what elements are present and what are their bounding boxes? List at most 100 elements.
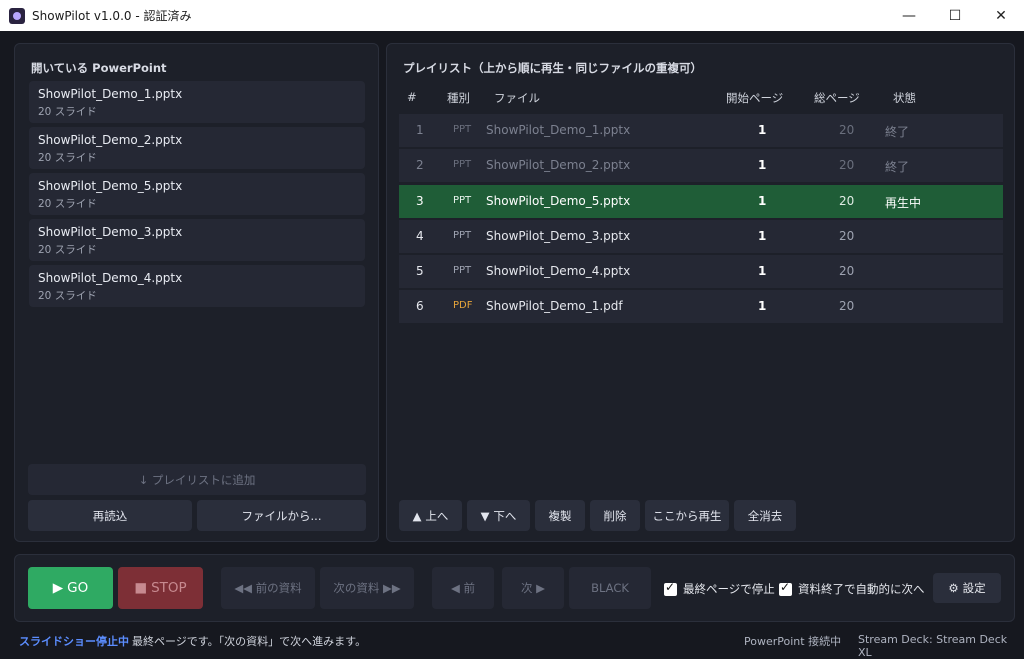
header-total-pages: 総ページ: [814, 91, 860, 105]
table-row[interactable]: 2 PPT ShowPilot_Demo_2.pptx 1 20 終了: [399, 149, 1003, 182]
row-kind: PPT: [453, 230, 472, 241]
play-icon: ▶: [52, 580, 64, 596]
open-file-slide-count: 20 スライド: [38, 244, 97, 256]
table-row[interactable]: 1 PPT ShowPilot_Demo_1.pptx 1 20 終了: [399, 114, 1003, 147]
row-total-pages: 20: [839, 299, 855, 313]
settings-label: 設定: [962, 581, 986, 595]
next-document-button[interactable]: 次の資料 ▶▶: [320, 567, 414, 609]
row-start-page: 1: [758, 123, 767, 137]
open-file-item[interactable]: ShowPilot_Demo_1.pptx 20 スライド: [29, 81, 365, 123]
triangle-down-icon: ▼: [480, 508, 490, 523]
row-num: 1: [416, 123, 424, 137]
next-slide-button[interactable]: 次 ▶: [502, 567, 564, 609]
minimize-button[interactable]: —: [886, 0, 932, 31]
row-state: 再生中: [885, 196, 922, 210]
open-file-slide-count: 20 スライド: [38, 290, 97, 302]
row-file: ShowPilot_Demo_2.pptx: [486, 158, 631, 172]
stop-button[interactable]: ■ STOP: [118, 567, 203, 609]
duplicate-button[interactable]: 複製: [535, 500, 585, 531]
row-num: 6: [416, 299, 424, 313]
table-row-active[interactable]: 3 PPT ShowPilot_Demo_5.pptx 1 20 再生中: [399, 185, 1003, 218]
open-file-slide-count: 20 スライド: [38, 152, 97, 164]
open-file-item[interactable]: ShowPilot_Demo_2.pptx 20 スライド: [29, 127, 365, 169]
header-start-page: 開始ページ: [726, 91, 784, 105]
playlist-title: プレイリスト（上から順に再生・同じファイルの重複可）: [403, 61, 702, 75]
title-bar: ShowPilot v1.0.0 - 認証済み — ☐ ✕: [0, 0, 1024, 31]
previous-document-button[interactable]: ◀◀ 前の資料: [221, 567, 315, 609]
row-total-pages: 20: [839, 264, 855, 278]
open-file-name: ShowPilot_Demo_3.pptx: [38, 225, 183, 239]
row-kind: PPT: [453, 195, 472, 206]
open-file-slide-count: 20 スライド: [38, 198, 97, 210]
row-kind: PPT: [453, 124, 472, 135]
row-kind: PPT: [453, 159, 472, 170]
previous-slide-button[interactable]: ◀ 前: [432, 567, 494, 609]
row-kind: PDF: [453, 300, 473, 311]
powerpoint-connection-status: PowerPoint 接続中: [744, 635, 842, 648]
row-file: ShowPilot_Demo_3.pptx: [486, 229, 631, 243]
header-kind: 種別: [447, 91, 470, 105]
open-file-item[interactable]: ShowPilot_Demo_3.pptx 20 スライド: [29, 219, 365, 261]
auto-next-checkbox[interactable]: 資料終了で自動的に次へ: [779, 580, 925, 597]
checkbox-checked-icon: [779, 580, 792, 596]
row-start-page: 1: [758, 194, 767, 208]
row-state: 終了: [885, 160, 910, 174]
table-row[interactable]: 4 PPT ShowPilot_Demo_3.pptx 1 20: [399, 220, 1003, 253]
delete-button[interactable]: 削除: [590, 500, 640, 531]
row-start-page: 1: [758, 299, 767, 313]
go-button[interactable]: ▶ GO: [28, 567, 113, 609]
row-total-pages: 20: [839, 158, 855, 172]
slideshow-status: スライドショー停止中: [19, 635, 129, 648]
row-state: 終了: [885, 125, 910, 139]
move-down-button[interactable]: ▼ 下へ: [467, 500, 530, 531]
row-num: 3: [416, 194, 424, 208]
status-message: 最終ページです。「次の資料」で次へ進みます。: [132, 635, 367, 648]
open-powerpoint-title: 開いている PowerPoint: [31, 61, 167, 75]
move-up-label: 上へ: [425, 508, 449, 523]
open-file-name: ShowPilot_Demo_4.pptx: [38, 271, 183, 285]
gear-icon: ⚙: [948, 581, 959, 595]
settings-button[interactable]: ⚙ 設定: [933, 573, 1001, 603]
open-file-item[interactable]: ShowPilot_Demo_4.pptx 20 スライド: [29, 265, 365, 307]
open-file-name: ShowPilot_Demo_5.pptx: [38, 179, 183, 193]
table-row[interactable]: 5 PPT ShowPilot_Demo_4.pptx 1 20: [399, 255, 1003, 288]
go-label: GO: [67, 580, 89, 596]
maximize-button[interactable]: ☐: [932, 0, 978, 31]
open-file-name: ShowPilot_Demo_1.pptx: [38, 87, 183, 101]
add-to-playlist-button[interactable]: ↓ プレイリストに追加: [28, 464, 366, 495]
stop-at-last-page-label: 最終ページで停止: [683, 582, 775, 596]
play-from-here-button[interactable]: ここから再生: [645, 500, 729, 531]
playlist-panel: プレイリスト（上から順に再生・同じファイルの重複可） # 種別 ファイル 開始ペ…: [386, 43, 1015, 542]
row-file: ShowPilot_Demo_5.pptx: [486, 194, 631, 208]
row-start-page: 1: [758, 158, 767, 172]
header-file: ファイル: [494, 91, 540, 105]
row-kind: PPT: [453, 265, 472, 276]
clear-all-button[interactable]: 全消去: [734, 500, 796, 531]
stop-at-last-page-checkbox[interactable]: 最終ページで停止: [664, 580, 775, 597]
row-total-pages: 20: [839, 194, 855, 208]
reload-button[interactable]: 再読込: [28, 500, 192, 531]
checkbox-checked-icon: [664, 580, 677, 596]
move-down-label: 下へ: [493, 508, 517, 523]
add-from-file-button[interactable]: ファイルから...: [197, 500, 366, 531]
open-powerpoint-panel: 開いている PowerPoint ShowPilot_Demo_1.pptx 2…: [14, 43, 379, 542]
stop-label: STOP: [151, 580, 187, 596]
close-button[interactable]: ✕: [978, 0, 1024, 31]
row-start-page: 1: [758, 229, 767, 243]
triangle-up-icon: ▲: [412, 508, 422, 523]
open-file-name: ShowPilot_Demo_2.pptx: [38, 133, 183, 147]
row-file: ShowPilot_Demo_4.pptx: [486, 264, 631, 278]
row-total-pages: 20: [839, 229, 855, 243]
stop-icon: ■: [134, 580, 148, 596]
control-panel: ▶ GO ■ STOP ◀◀ 前の資料 次の資料 ▶▶ ◀ 前 次 ▶ BLAC…: [14, 554, 1015, 622]
open-file-item[interactable]: ShowPilot_Demo_5.pptx 20 スライド: [29, 173, 365, 215]
app-icon: [9, 7, 25, 24]
move-up-button[interactable]: ▲ 上へ: [399, 500, 462, 531]
table-row[interactable]: 6 PDF ShowPilot_Demo_1.pdf 1 20: [399, 290, 1003, 323]
row-num: 4: [416, 229, 424, 243]
row-total-pages: 20: [839, 123, 855, 137]
row-num: 5: [416, 264, 424, 278]
black-screen-button[interactable]: BLACK: [569, 567, 651, 609]
playlist-table-header: # 種別 ファイル 開始ページ 総ページ 状態: [399, 90, 1003, 112]
header-state: 状態: [893, 91, 916, 105]
